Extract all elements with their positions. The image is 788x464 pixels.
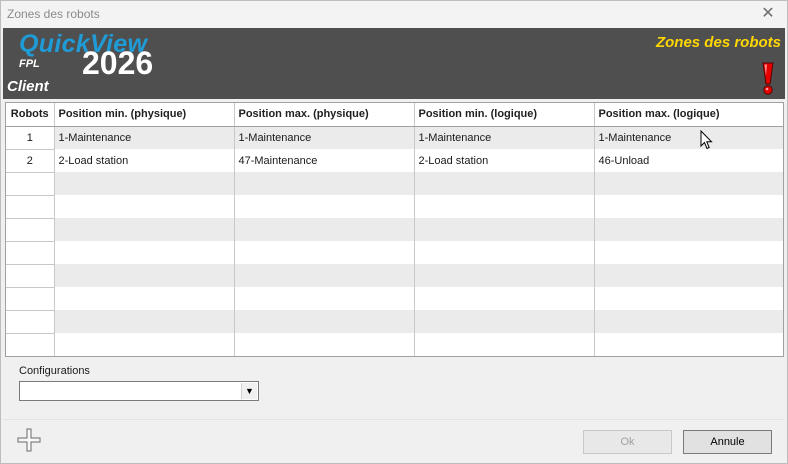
table-cell[interactable] [54, 241, 235, 264]
table-cell[interactable] [234, 241, 415, 264]
table-cell[interactable] [414, 333, 595, 356]
empty-table-row[interactable] [6, 287, 783, 311]
empty-table-row[interactable] [6, 333, 783, 356]
robot-number-cell[interactable] [6, 172, 55, 196]
table-cell[interactable] [414, 310, 595, 333]
configurations-dropdown[interactable]: ▼ [19, 381, 259, 401]
chevron-down-icon[interactable]: ▼ [241, 383, 257, 399]
robot-number-cell[interactable] [6, 264, 55, 288]
table-cell[interactable] [594, 310, 783, 333]
robot-number-cell[interactable]: 2 [6, 149, 55, 173]
empty-table-row[interactable] [6, 195, 783, 219]
table-cell[interactable]: 1-Maintenance [234, 126, 415, 149]
table-row[interactable]: 2 2-Load station 47-Maintenance 2-Load s… [6, 149, 783, 173]
table-cell[interactable] [54, 333, 235, 356]
zones-dialog-window: Zones des robots ✕ QuickView FPL 2026 Cl… [0, 0, 788, 464]
table-cell[interactable] [414, 241, 595, 264]
empty-table-row[interactable] [6, 310, 783, 334]
table-cell[interactable] [414, 287, 595, 310]
table-cell[interactable] [594, 218, 783, 241]
table-cell[interactable] [594, 241, 783, 264]
table-cell[interactable]: 46-Unload [594, 149, 783, 172]
empty-table-row[interactable] [6, 218, 783, 242]
table-cell[interactable] [594, 333, 783, 356]
robot-number-cell[interactable] [6, 241, 55, 265]
table-cell[interactable] [54, 287, 235, 310]
table-cell[interactable] [414, 172, 595, 195]
table-cell[interactable] [594, 264, 783, 287]
plus-icon[interactable] [16, 427, 42, 453]
table-cell[interactable] [234, 287, 415, 310]
mouse-pointer-icon [700, 130, 713, 150]
table-cell[interactable] [54, 218, 235, 241]
table-cell[interactable] [234, 172, 415, 195]
table-cell[interactable] [54, 172, 235, 195]
empty-table-row[interactable] [6, 241, 783, 265]
table-cell[interactable] [234, 310, 415, 333]
table-cell[interactable] [414, 195, 595, 218]
robot-number-cell[interactable]: 1 [6, 126, 55, 150]
header-banner: QuickView FPL 2026 Client Zones des robo… [3, 28, 785, 99]
robot-number-cell[interactable] [6, 310, 55, 334]
column-header-max-physique[interactable]: Position max. (physique) [234, 103, 415, 127]
table-cell[interactable] [414, 218, 595, 241]
configurations-label: Configurations [19, 365, 90, 377]
window-title: Zones des robots [7, 7, 100, 21]
table-row[interactable]: 1 1-Maintenance 1-Maintenance 1-Maintena… [6, 126, 783, 150]
table-cell[interactable] [234, 195, 415, 218]
empty-table-row[interactable] [6, 172, 783, 196]
brand-fpl-label: FPL [19, 58, 40, 70]
table-cell[interactable] [54, 195, 235, 218]
table-cell[interactable] [234, 218, 415, 241]
empty-table-row[interactable] [6, 264, 783, 288]
table-cell[interactable]: 1-Maintenance [54, 126, 235, 149]
brand-client-label: Client [7, 78, 49, 95]
table-cell[interactable]: 1-Maintenance [594, 126, 783, 149]
robot-zones-table: Robots Position min. (physique) Position… [5, 102, 784, 357]
table-cell[interactable] [594, 195, 783, 218]
table-cell[interactable]: 2-Load station [414, 149, 595, 172]
table-cell[interactable]: 1-Maintenance [414, 126, 595, 149]
robot-number-cell[interactable] [6, 218, 55, 242]
table-cell[interactable] [414, 264, 595, 287]
table-cell[interactable] [54, 310, 235, 333]
divider [3, 419, 785, 420]
table-cell[interactable] [234, 333, 415, 356]
brand-year: 2026 [82, 45, 154, 81]
column-header-min-logique[interactable]: Position min. (logique) [414, 103, 595, 127]
column-header-min-physique[interactable]: Position min. (physique) [54, 103, 235, 127]
robot-number-cell[interactable] [6, 287, 55, 311]
table-cell[interactable]: 2-Load station [54, 149, 235, 172]
column-header-robots[interactable]: Robots [6, 103, 55, 127]
table-cell[interactable] [594, 172, 783, 195]
robot-number-cell[interactable] [6, 333, 55, 356]
close-icon[interactable]: ✕ [757, 4, 779, 24]
robot-number-cell[interactable] [6, 195, 55, 219]
ok-button[interactable]: Ok [583, 430, 672, 454]
column-header-max-logique[interactable]: Position max. (logique) [594, 103, 783, 127]
table-cell[interactable] [234, 264, 415, 287]
table-header-row: Robots Position min. (physique) Position… [6, 103, 783, 127]
table-cell[interactable]: 47-Maintenance [234, 149, 415, 172]
exclamation-icon [762, 62, 774, 95]
cancel-button[interactable]: Annule [683, 430, 772, 454]
page-title: Zones des robots [655, 34, 781, 51]
table-cell[interactable] [594, 287, 783, 310]
title-bar: Zones des robots ✕ [1, 1, 787, 28]
table-cell[interactable] [54, 264, 235, 287]
